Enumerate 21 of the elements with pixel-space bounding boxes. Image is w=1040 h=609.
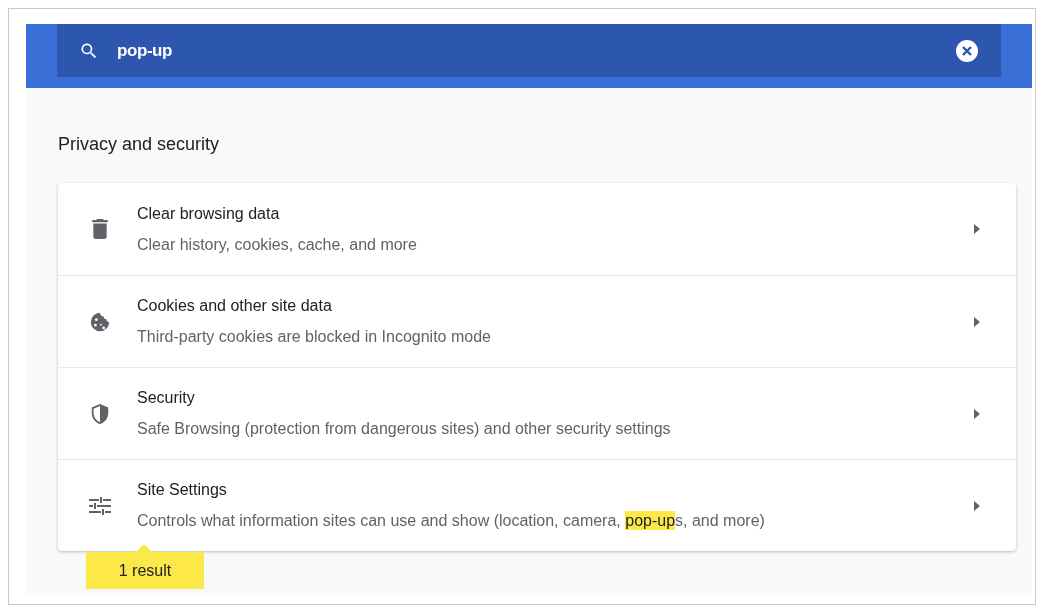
- chevron-right-icon[interactable]: [974, 224, 980, 234]
- chevron-right-icon[interactable]: [974, 500, 980, 511]
- cookie-icon: [89, 310, 111, 333]
- search-field[interactable]: pop-up: [57, 24, 1001, 77]
- clear-icon[interactable]: [955, 38, 979, 63]
- row-description: Clear history, cookies, cache, and more: [137, 234, 418, 255]
- tooltip-pointer-icon: [136, 544, 152, 552]
- shield-icon: [90, 402, 110, 425]
- row-description: Third-party cookies are blocked in Incognito mode: [137, 327, 492, 347]
- chevron-right-icon[interactable]: [974, 316, 980, 327]
- result-tooltip: 1 result: [86, 552, 204, 589]
- row-title: Clear browsing data: [137, 203, 281, 224]
- row-title: Cookies and other site data: [137, 296, 333, 316]
- sliders-icon: [89, 495, 111, 516]
- section-title: Privacy and security: [58, 133, 221, 156]
- row-title: Security: [137, 388, 196, 408]
- trash-icon: [92, 219, 108, 239]
- row-description: Safe Browsing (protection from dangerous sites) and other security settings: [137, 419, 672, 439]
- row-title: Site Settings: [137, 480, 228, 500]
- search-query: pop-up: [117, 39, 174, 62]
- chevron-right-icon[interactable]: [974, 408, 980, 419]
